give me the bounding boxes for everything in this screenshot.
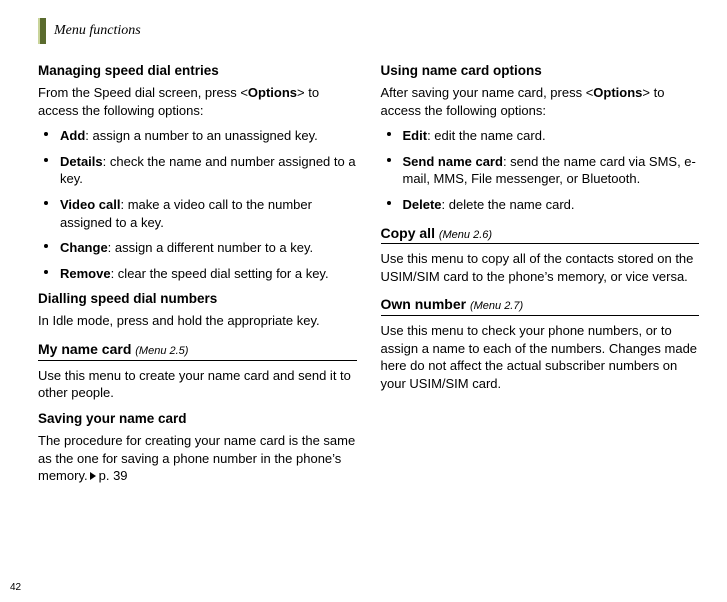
option-term: Edit [403,128,428,143]
bullet-icon [44,270,48,274]
left-column: Managing speed dial entries From the Spe… [38,58,357,493]
bullet-icon [44,158,48,162]
text: From the Speed dial screen, press < [38,85,248,100]
list-item: Remove: clear the speed dial setting for… [38,265,357,283]
option-term: Change [60,240,108,255]
section-own-number: Own number (Menu 2.7) [381,295,700,316]
option-desc: : edit the name card. [427,128,546,143]
option-term: Send name card [403,154,503,169]
option-term: Remove [60,266,111,281]
heading-saving-name-card: Saving your name card [38,410,357,428]
option-desc: : delete the name card. [442,197,575,212]
section-title-text: My name card [38,341,131,357]
saving-name-card-desc: The procedure for creating your name car… [38,432,357,485]
right-column: Using name card options After saving you… [381,58,700,493]
speed-dial-intro: From the Speed dial screen, press <Optio… [38,84,357,119]
option-term: Details [60,154,103,169]
own-number-desc: Use this menu to check your phone number… [381,322,700,392]
heading-name-card-options: Using name card options [381,62,700,80]
section-title-text: Copy all [381,225,435,241]
section-copy-all: Copy all (Menu 2.6) [381,224,700,245]
options-label: Options [248,85,297,100]
section-my-name-card: My name card (Menu 2.5) [38,340,357,361]
list-item: Video call: make a video call to the num… [38,196,357,231]
menu-ref: (Menu 2.6) [439,229,492,241]
option-term: Add [60,128,85,143]
name-card-intro: After saving your name card, press <Opti… [381,84,700,119]
list-item: Edit: edit the name card. [381,127,700,145]
bullet-icon [44,244,48,248]
option-term: Video call [60,197,120,212]
section-title-text: Own number [381,296,467,312]
text: The procedure for creating your name car… [38,433,355,483]
bullet-icon [44,201,48,205]
page-header: Menu functions [38,18,699,44]
dialling-instruction: In Idle mode, press and hold the appropr… [38,312,357,330]
heading-dialling-numbers: Dialling speed dial numbers [38,290,357,308]
header-title: Menu functions [54,22,141,41]
option-desc: : clear the speed dial setting for a key… [111,266,329,281]
triangle-right-icon [90,472,96,480]
name-card-options-list: Edit: edit the name card. Send name card… [381,127,700,213]
list-item: Details: check the name and number assig… [38,153,357,188]
speed-dial-options-list: Add: assign a number to an unassigned ke… [38,127,357,282]
page-number: 42 [10,581,21,595]
option-desc: : assign a different number to a key. [108,240,313,255]
menu-ref: (Menu 2.5) [135,345,188,357]
page-ref: p. 39 [99,468,128,483]
option-desc: : check the name and number assigned to … [60,154,356,187]
bullet-icon [387,132,391,136]
header-accent-bar [38,18,46,44]
options-label: Options [593,85,642,100]
list-item: Add: assign a number to an unassigned ke… [38,127,357,145]
bullet-icon [44,132,48,136]
bullet-icon [387,201,391,205]
list-item: Send name card: send the name card via S… [381,153,700,188]
option-term: Delete [403,197,442,212]
bullet-icon [387,158,391,162]
copy-all-desc: Use this menu to copy all of the contact… [381,250,700,285]
my-name-card-desc: Use this menu to create your name card a… [38,367,357,402]
list-item: Change: assign a different number to a k… [38,239,357,257]
content-columns: Managing speed dial entries From the Spe… [38,58,699,493]
menu-ref: (Menu 2.7) [470,300,523,312]
text: After saving your name card, press < [381,85,594,100]
heading-managing-speed-dial: Managing speed dial entries [38,62,357,80]
list-item: Delete: delete the name card. [381,196,700,214]
option-desc: : assign a number to an unassigned key. [85,128,317,143]
